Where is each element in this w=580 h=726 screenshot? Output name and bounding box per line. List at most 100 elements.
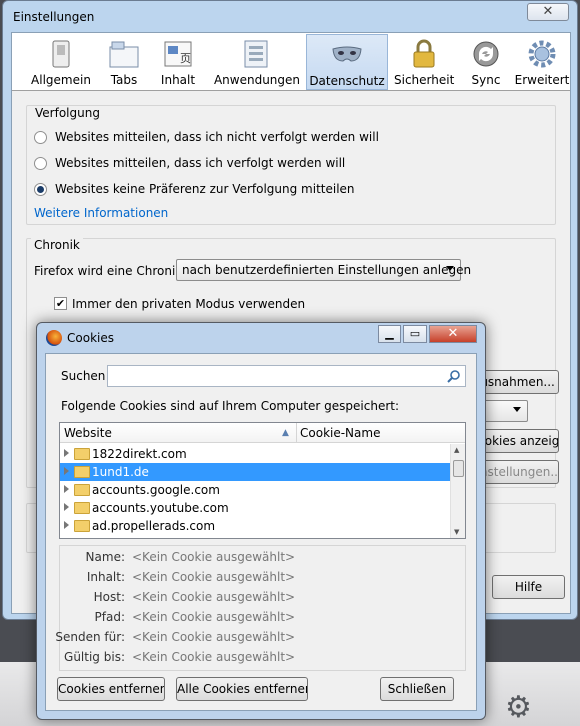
cookies-list[interactable]: Website ▲ Cookie-Name 1822direkt.com 1un…	[59, 422, 466, 539]
detail-key: Senden für:	[55, 630, 125, 644]
cookies-dialog: Cookies ▁ ▭ ✕ Suchen Folgende Cookies si…	[36, 322, 486, 720]
window-close-button[interactable]: ✕	[527, 3, 569, 21]
mask-icon	[332, 46, 362, 62]
tab-anwendungen[interactable]: Anwendungen	[210, 34, 304, 90]
detail-key: Name:	[85, 550, 125, 564]
search-input[interactable]	[107, 365, 466, 387]
detail-value: <Kein Cookie ausgewählt>	[132, 550, 296, 564]
chevron-down-icon	[513, 407, 521, 412]
select-value: nach benutzerdefinierten Einstellungen a…	[182, 263, 472, 277]
site-name: accounts.youtube.com	[92, 501, 229, 515]
close-button[interactable]: ✕	[429, 325, 477, 343]
folder-icon	[74, 520, 90, 532]
firefox-icon	[46, 330, 62, 346]
site-name: 1822direkt.com	[92, 447, 187, 461]
detail-value: <Kein Cookie ausgewählt>	[132, 570, 296, 584]
tracking-option-track[interactable]: Websites mitteilen, dass ich verfolgt we…	[34, 156, 345, 170]
window-title: Einstellungen	[13, 10, 95, 24]
scroll-thumb[interactable]	[453, 460, 464, 477]
radio-label: Websites mitteilen, dass ich verfolgt we…	[55, 156, 346, 170]
site-name: accounts.google.com	[92, 483, 220, 497]
tab-label: Inhalt	[160, 73, 196, 87]
dialog-client: Suchen Folgende Cookies sind auf Ihrem C…	[45, 353, 477, 711]
tracking-option-no-preference[interactable]: Websites keine Präferenz zur Verfolgung …	[34, 182, 355, 196]
site-name: ad.propellerads.com	[92, 519, 216, 533]
tab-sync[interactable]: Sync	[464, 34, 508, 90]
list-item[interactable]: accounts.youtube.com	[60, 499, 450, 517]
history-mode-select[interactable]: nach benutzerdefinierten Einstellungen a…	[176, 259, 471, 281]
tracking-option-no-track[interactable]: Websites mitteilen, dass ich nicht verfo…	[34, 130, 379, 144]
list-item[interactable]: ad.propellerads.com	[60, 517, 450, 535]
remove-cookies-button[interactable]: Cookies entfernen	[57, 677, 165, 701]
tab-label: Sicherheit	[394, 73, 455, 87]
private-mode-checkbox[interactable]: ✔	[54, 297, 67, 310]
list-scrollbar[interactable]: ▲ ▼	[450, 444, 465, 538]
gear-icon	[528, 40, 556, 68]
detail-value: <Kein Cookie ausgewählt>	[132, 650, 296, 664]
tab-datenschutz[interactable]: Datenschutz	[306, 34, 388, 90]
site-name: 1und1.de	[92, 465, 149, 479]
dialog-title: Cookies	[67, 331, 114, 345]
tab-label: Erweitert	[514, 73, 570, 87]
tab-label: Allgemein	[31, 73, 91, 87]
more-info-link[interactable]: Weitere Informationen	[34, 206, 168, 220]
expand-icon[interactable]	[64, 521, 69, 529]
list-item[interactable]: 1822direkt.com	[60, 445, 450, 463]
expand-icon[interactable]	[64, 449, 69, 457]
radio-button[interactable]	[34, 156, 47, 170]
tab-allgemein[interactable]: Allgemein	[18, 34, 104, 90]
detail-row: Gültig bis: <Kein Cookie ausgewählt>	[60, 650, 465, 666]
radio-button[interactable]	[34, 182, 47, 196]
search-icon[interactable]	[447, 369, 461, 383]
tab-label: Sync	[471, 73, 501, 87]
expand-icon[interactable]	[64, 485, 69, 493]
detail-value: <Kein Cookie ausgewählt>	[132, 630, 296, 644]
remove-all-cookies-button[interactable]: Alle Cookies entfernen	[176, 677, 308, 701]
sort-arrow-icon: ▲	[282, 428, 289, 438]
preferences-toolbar: Allgemein Tabs 页 Inhalt Anwendungen Date…	[12, 33, 570, 91]
tab-sicherheit[interactable]: Sicherheit	[394, 34, 454, 90]
tab-erweitert[interactable]: Erweitert	[514, 34, 570, 90]
detail-row: Senden für: <Kein Cookie ausgewählt>	[55, 630, 465, 646]
expand-icon[interactable]	[64, 503, 69, 511]
detail-key: Host:	[93, 590, 125, 604]
svg-text:页: 页	[180, 52, 191, 65]
folder-icon	[74, 448, 90, 460]
list-header: Website ▲ Cookie-Name	[60, 423, 465, 443]
cookies-info-text: Folgende Cookies sind auf Ihrem Computer…	[61, 399, 400, 413]
list-item[interactable]: accounts.google.com	[60, 481, 450, 499]
tracking-legend: Verfolgung	[32, 106, 103, 120]
detail-row: Pfad: <Kein Cookie ausgewählt>	[60, 610, 465, 626]
padlock-icon	[413, 39, 435, 68]
gear-icon: ⚙	[505, 690, 532, 725]
folder-icon	[74, 502, 90, 514]
close-dialog-button[interactable]: Schließen	[380, 677, 454, 701]
chevron-down-icon	[446, 266, 454, 271]
column-cookie-name[interactable]: Cookie-Name	[300, 426, 380, 440]
scroll-down-icon[interactable]: ▼	[454, 528, 459, 536]
tabs-icon	[109, 41, 139, 68]
maximize-button[interactable]: ▭	[403, 325, 427, 343]
radio-button[interactable]	[34, 130, 47, 144]
column-website[interactable]: Website	[64, 426, 112, 440]
folder-icon	[74, 466, 90, 478]
switch-icon	[52, 40, 70, 68]
detail-row: Host: <Kein Cookie ausgewählt>	[60, 590, 465, 606]
detail-key: Inhalt:	[86, 570, 125, 584]
column-divider	[296, 423, 297, 443]
history-partial-select[interactable]	[482, 400, 528, 422]
expand-icon[interactable]	[64, 467, 69, 475]
minimize-button[interactable]: ▁	[378, 325, 401, 343]
tab-tabs[interactable]: Tabs	[104, 34, 144, 90]
scroll-up-icon[interactable]: ▲	[454, 446, 459, 454]
detail-key: Gültig bis:	[64, 650, 125, 664]
applications-icon	[244, 40, 268, 68]
help-button[interactable]: Hilfe	[492, 575, 565, 599]
detail-row: Inhalt: <Kein Cookie ausgewählt>	[60, 570, 465, 586]
detail-value: <Kein Cookie ausgewählt>	[132, 610, 296, 624]
sync-icon	[473, 41, 499, 67]
detail-value: <Kein Cookie ausgewählt>	[132, 590, 296, 604]
tab-inhalt[interactable]: 页 Inhalt	[152, 34, 204, 90]
list-item[interactable]: 1und1.de	[60, 463, 450, 481]
radio-label: Websites mitteilen, dass ich nicht verfo…	[55, 130, 379, 144]
